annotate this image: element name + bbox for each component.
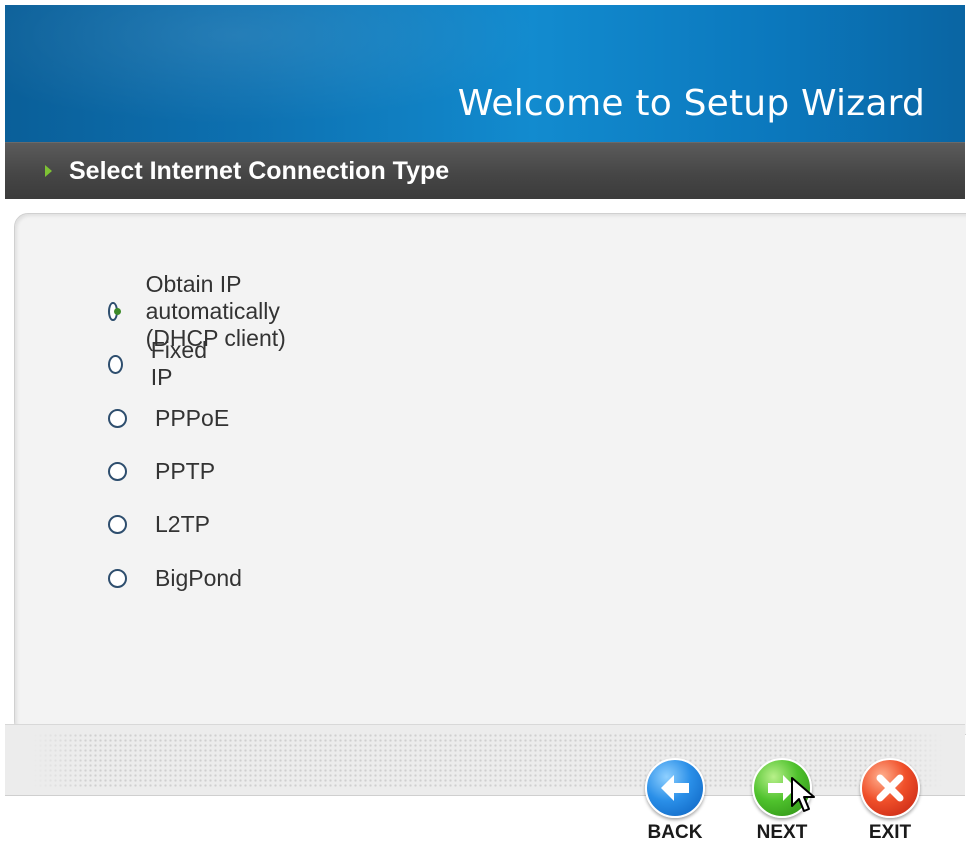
exit-label: EXIT [868,822,912,843]
radio-label: L2TP [155,510,210,537]
exit-button[interactable]: EXIT [855,758,925,848]
section-title: Select Internet Connection Type [69,157,450,185]
radio-button[interactable] [108,568,127,588]
radio-button[interactable] [108,408,127,428]
caret-right-icon [45,165,52,177]
section-bar: Select Internet Connection Type [5,142,965,199]
back-button[interactable]: BACK [640,758,710,848]
back-label: BACK [647,822,703,843]
radio-label: PPPoE [155,404,230,431]
footer-bar [5,724,965,796]
radio-option-pptp[interactable]: PPTP [108,456,215,486]
radio-label: BigPond [155,564,242,591]
next-label: NEXT [756,822,808,843]
radio-option-pppoe[interactable]: PPPoE [108,403,229,433]
wizard-header: Welcome to Setup Wizard [5,5,965,142]
radio-button[interactable] [108,301,121,321]
close-icon [860,758,920,818]
radio-label: PPTP [155,457,216,484]
radio-button[interactable] [108,461,127,481]
radio-option-fixed-ip[interactable]: Fixed IP [108,337,211,390]
radio-option-bigpond[interactable]: BigPond [108,563,242,593]
mouse-pointer-icon [791,777,815,812]
radio-button[interactable] [108,354,123,374]
radio-option-dhcp[interactable]: Obtain IP automatically (DHCP client) [108,271,289,351]
radio-button[interactable] [108,514,127,534]
radio-label: Fixed IP [150,337,207,390]
arrow-left-icon [645,758,705,818]
radio-option-l2tp[interactable]: L2TP [108,509,210,539]
wizard-title: Welcome to Setup Wizard [457,83,925,124]
